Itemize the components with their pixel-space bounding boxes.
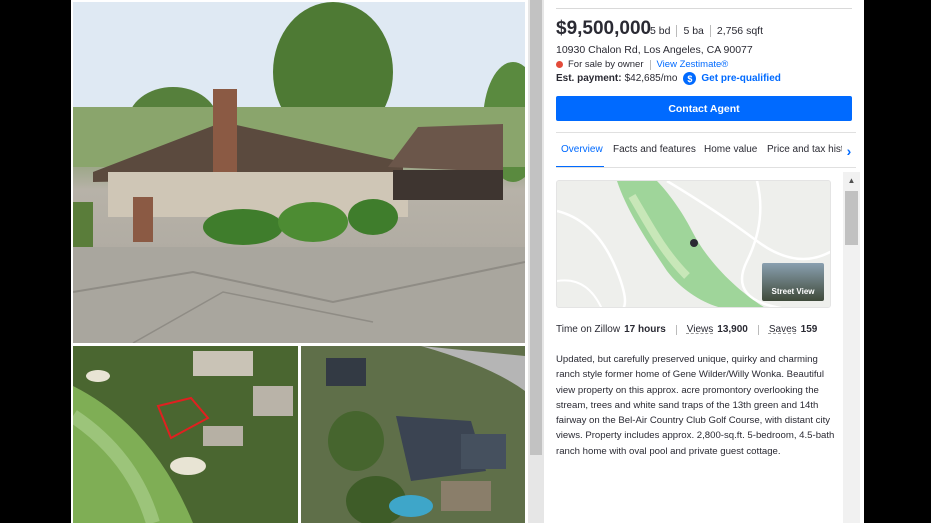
gallery-scrollbar[interactable] — [528, 0, 544, 523]
beds-count: 5 bd — [650, 25, 671, 37]
listing-address: 10930 Chalon Rd, Los Angeles, CA 90077 — [556, 44, 753, 56]
detail-tabs: Overview Facts and features Home value P… — [556, 132, 856, 168]
gallery-scrollbar-thumb[interactable] — [530, 0, 542, 455]
saves-label[interactable]: Saves — [769, 324, 797, 335]
details-scrollbar-thumb[interactable] — [845, 191, 858, 245]
status-text: For sale by owner — [568, 59, 644, 70]
property-pin-icon[interactable] — [690, 239, 698, 247]
est-payment-value[interactable]: $42,685/mo — [625, 73, 678, 84]
divider — [757, 324, 759, 335]
aerial-photo-closeup[interactable] — [301, 346, 525, 523]
arrow-up-icon[interactable]: ▲ — [843, 172, 860, 189]
listing-stats: Time on Zillow 17 hours Views 13,900 Sav… — [556, 324, 817, 335]
time-on-zillow-label: Time on Zillow — [556, 324, 621, 335]
aerial-closeup-illustration — [301, 346, 525, 523]
listing-price: $9,500,000 — [556, 18, 652, 39]
listing-description: Updated, but carefully preserved unique,… — [556, 354, 835, 457]
listing-details: $9,500,000 5 bd 5 ba 2,756 sqft 10930 Ch… — [556, 0, 860, 523]
contact-agent-button[interactable]: Contact Agent — [556, 96, 852, 121]
details-scrollbar[interactable]: ▲ — [843, 172, 860, 523]
get-pre-qualified-link[interactable]: Get pre-qualified — [701, 73, 780, 84]
est-payment-label: Est. payment: — [556, 73, 622, 84]
sqft-value: 2,756 sqft — [709, 25, 769, 37]
tab-home-value[interactable]: Home value — [704, 144, 757, 155]
saves-value: 159 — [800, 324, 818, 335]
dollar-icon: $ — [683, 72, 697, 85]
aerial-photo-lot[interactable] — [73, 346, 298, 523]
house-photo-illustration — [73, 2, 525, 343]
time-on-zillow-value: 17 hours — [624, 324, 666, 335]
status-dot-icon — [556, 61, 563, 68]
home-facts: 5 bd 5 ba 2,756 sqft — [650, 25, 769, 37]
divider — [649, 59, 651, 70]
screenshot-frame: $9,500,000 5 bd 5 ba 2,756 sqft 10930 Ch… — [0, 0, 931, 523]
divider — [675, 324, 677, 335]
baths-count[interactable]: 5 ba — [676, 25, 709, 37]
house-photo-main[interactable] — [73, 2, 525, 343]
chevron-right-icon[interactable]: › — [842, 141, 856, 161]
location-map[interactable]: Street View — [556, 180, 831, 308]
street-view-button[interactable]: Street View — [762, 263, 824, 301]
listing-page: $9,500,000 5 bd 5 ba 2,756 sqft 10930 Ch… — [71, 0, 864, 523]
estimated-payment: Est. payment: $42,685/mo $ Get pre-quali… — [556, 72, 781, 85]
views-label[interactable]: Views — [687, 324, 714, 335]
active-tab-indicator — [556, 166, 604, 167]
tab-facts-and-features[interactable]: Facts and features — [613, 144, 696, 155]
divider — [556, 8, 852, 9]
listing-status: For sale by owner View Zestimate® — [556, 59, 728, 70]
views-value: 13,900 — [717, 324, 748, 335]
view-zestimate-link[interactable]: View Zestimate® — [657, 59, 729, 70]
aerial-lot-illustration — [73, 346, 298, 523]
tab-overview[interactable]: Overview — [561, 144, 603, 155]
